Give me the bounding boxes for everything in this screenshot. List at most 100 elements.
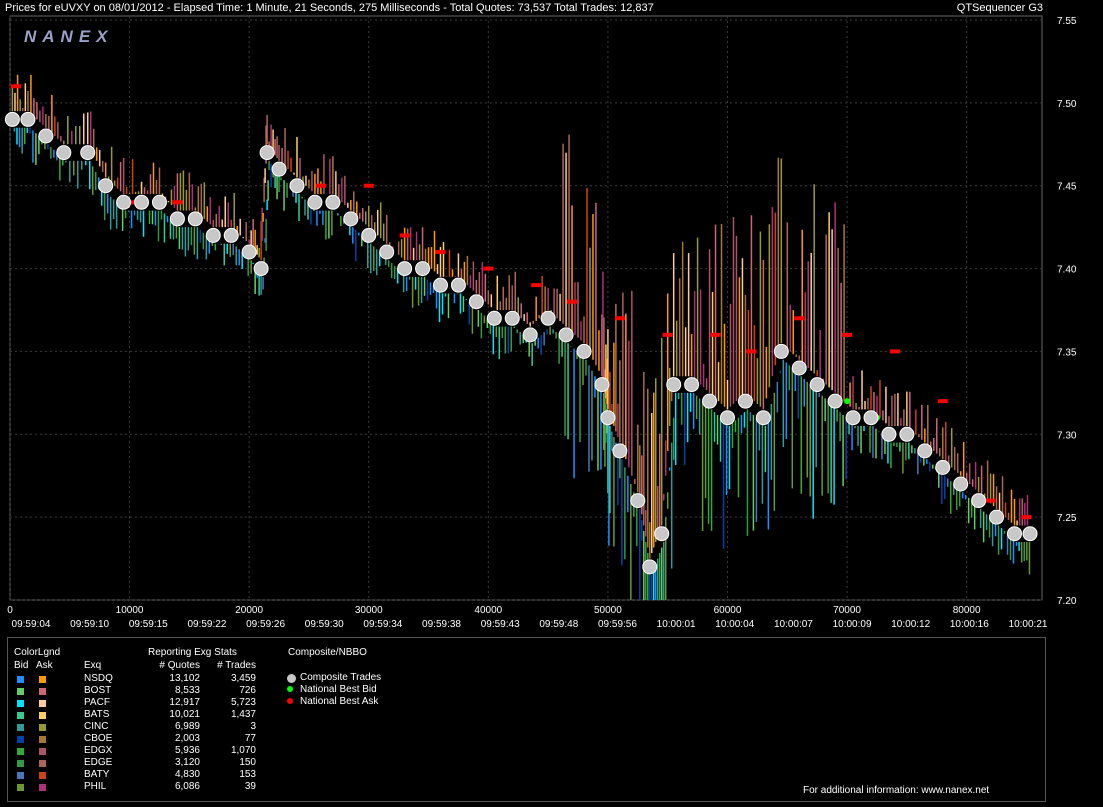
time-label: 10:00:12: [891, 619, 930, 630]
national-best-ask-mark: [483, 266, 494, 271]
y-tick-label: 7.25: [1057, 513, 1077, 524]
trades-header: # Trades: [217, 660, 256, 671]
composite-trade-mark: [737, 393, 753, 409]
exchange-quotes: 2,003: [174, 733, 200, 744]
x-tick-label: 30000: [355, 605, 383, 616]
ask-color-swatch: [39, 736, 46, 743]
exchange-quotes: 10,021: [169, 709, 200, 720]
national-best-ask-mark: [399, 233, 410, 238]
composite-trade-mark: [612, 443, 628, 459]
composite-trade-mark: [307, 194, 323, 210]
exchange-name: BOST: [84, 685, 112, 696]
y-tick-label: 7.45: [1057, 182, 1077, 193]
composite-trade-mark: [791, 360, 807, 376]
national-best-bid-mark: [844, 398, 851, 405]
composite-trade-mark: [504, 310, 520, 326]
ask-color-swatch: [39, 724, 46, 731]
exchange-quotes: 3,120: [174, 757, 200, 768]
composite-trade-mark: [325, 194, 341, 210]
exchange-quotes: 4,830: [174, 769, 200, 780]
national-best-ask-mark: [710, 332, 721, 337]
x-tick-label: 80000: [953, 605, 981, 616]
composite-trade-mark: [134, 194, 150, 210]
national-best-ask-mark: [937, 399, 948, 404]
exchange-trades: 3,459: [230, 673, 256, 684]
composite-trade-mark: [205, 227, 221, 243]
bid-color-swatch: [17, 724, 24, 731]
exchange-trades: 3: [250, 721, 256, 732]
y-tick-label: 7.50: [1057, 99, 1077, 110]
national-best-ask-mark: [746, 349, 757, 354]
time-label: 09:59:10: [70, 619, 109, 630]
x-tick-label: 40000: [474, 605, 502, 616]
price-chart: NANEX 7.55 7.50 7.45 7.40 7.35 7.30 7.25 7.20 0…: [4, 15, 1077, 630]
national-best-ask-mark: [531, 283, 542, 288]
national-best-ask-mark: [662, 332, 673, 337]
stats-title: Reporting Exg Stats: [148, 647, 237, 658]
composite-trade-mark: [989, 509, 1005, 525]
composite-trade-mark: [259, 145, 275, 161]
nbbo-legend-label: National Best Bid: [300, 684, 377, 695]
composite-trade-mark: [809, 377, 825, 393]
nbbo-legend-marker: [287, 698, 293, 704]
time-label: 10:00:07: [774, 619, 813, 630]
exchange-quotes: 8,533: [174, 685, 200, 696]
composite-trade-mark: [415, 261, 431, 277]
exchange-name: BATY: [84, 769, 110, 780]
composite-trade-mark: [863, 410, 879, 426]
exchange-quotes: 12,917: [169, 697, 200, 708]
x-tick-label: 0: [7, 605, 13, 616]
color-legend-title: ColorLgnd: [14, 647, 61, 658]
composite-trade-mark: [98, 178, 114, 194]
x-axis-ticks: 0 10000 20000 30000 40000 50000 60000 70000 8000…: [7, 605, 981, 616]
composite-trade-mark: [253, 261, 269, 277]
y-tick-label: 7.40: [1057, 265, 1077, 276]
time-axis-labels: 09:59:04 09:59:10 09:59:15 09:59:22 09:59:26…: [12, 619, 1048, 630]
y-tick-label: 7.55: [1057, 16, 1077, 27]
exchange-name: PHIL: [84, 781, 107, 792]
y-tick-label: 7.30: [1057, 430, 1077, 441]
time-label: 09:59:04: [12, 619, 51, 630]
national-best-ask-mark: [794, 316, 805, 321]
composite-trade-mark: [755, 410, 771, 426]
exchange-name: PACF: [84, 697, 110, 708]
composite-trade-mark: [654, 526, 670, 542]
national-best-ask-mark: [10, 84, 21, 89]
bid-header: Bid: [14, 660, 29, 671]
nbbo-legend-label: Composite Trades: [300, 672, 382, 683]
nbbo-title: Composite/NBBO: [288, 647, 367, 658]
ask-color-swatch: [39, 712, 46, 719]
exchange-name: EDGE: [84, 757, 113, 768]
nbbo-legend-label: National Best Ask: [300, 696, 379, 707]
exchange-trades: 150: [239, 757, 256, 768]
national-best-ask-mark: [567, 299, 578, 304]
composite-trade-mark: [271, 161, 287, 177]
bid-color-swatch: [17, 736, 24, 743]
composite-trade-mark: [600, 410, 616, 426]
composite-trade-mark: [971, 493, 987, 509]
time-label: 10:00:04: [715, 619, 754, 630]
composite-trade-mark: [80, 145, 96, 161]
composite-trade-mark: [576, 343, 592, 359]
composite-trade-mark: [379, 244, 395, 260]
x-tick-label: 60000: [714, 605, 742, 616]
composite-trade-mark: [827, 393, 843, 409]
exchange-name: EDGX: [84, 745, 113, 756]
composite-trade-mark: [666, 377, 682, 393]
composite-trade-mark: [56, 145, 72, 161]
composite-trade-mark: [702, 393, 718, 409]
composite-trade-mark: [594, 377, 610, 393]
bid-color-swatch: [17, 784, 24, 791]
x-tick-label: 50000: [594, 605, 622, 616]
composite-trade-mark: [630, 493, 646, 509]
composite-trade-mark: [899, 426, 915, 442]
composite-trade-mark: [540, 310, 556, 326]
exchange-quotes: 13,102: [169, 673, 200, 684]
time-label: 09:59:34: [363, 619, 402, 630]
exq-header: Exq: [84, 660, 102, 671]
ask-color-swatch: [39, 676, 46, 683]
national-best-ask-mark: [614, 316, 625, 321]
exchange-name: CINC: [84, 721, 109, 732]
ask-color-swatch: [39, 784, 46, 791]
composite-trade-mark: [935, 459, 951, 475]
